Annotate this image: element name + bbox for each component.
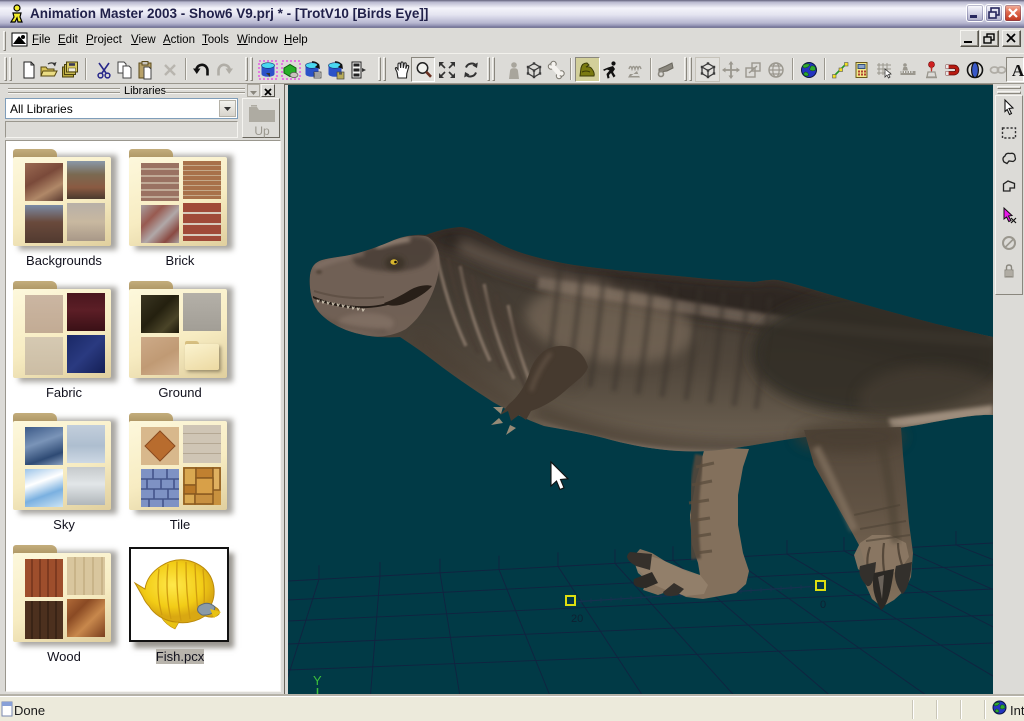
svg-text:20: 20 xyxy=(571,613,583,625)
svg-text:Y: Y xyxy=(313,673,322,688)
svg-text:A: A xyxy=(1012,61,1024,80)
svg-text:0: 0 xyxy=(820,599,826,611)
